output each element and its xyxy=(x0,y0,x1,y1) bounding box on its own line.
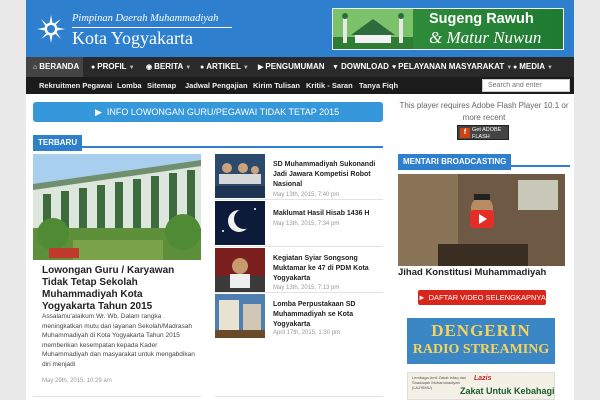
news-item[interactable]: Maklumat Hasil Hisab 1436 H May 13th, 20… xyxy=(215,201,385,245)
news-thumbnail xyxy=(215,201,265,245)
heart-icon: ♥ xyxy=(392,64,397,71)
info-lowongan-label: INFO LOWONGAN GURU/PEGAWAI TIDAK TETAP 2… xyxy=(106,107,340,117)
nav-label: PELAYANAN MASYARAKAT xyxy=(398,62,505,71)
radio-streaming-banner[interactable]: DENGERIN RADIO STREAMING xyxy=(407,318,555,364)
lazismu-logo: Lazis xyxy=(474,375,492,382)
daftar-video-button[interactable]: ► DAFTAR VIDEO SELENGKAPNYA xyxy=(418,290,546,305)
mosque-illustration-icon xyxy=(333,9,413,49)
news-item[interactable]: Kegiatan Syiar Songsong Muktamar ke 47 d… xyxy=(215,248,385,292)
main-nav: ⌂ BERANDA ● PROFIL ▼ ◉ BERITA ▼ ● ARTIKEL ▼ ▶ PE… xyxy=(26,57,574,77)
daftar-video-label: DAFTAR VIDEO SELENGKAPNYA xyxy=(428,293,546,302)
news-date: May 13th, 2015, 7:13 pm xyxy=(273,285,340,291)
muhammadiyah-logo-icon[interactable] xyxy=(36,14,66,44)
chevron-down-icon: ▼ xyxy=(242,65,249,71)
nav-label: PENGUMUMAN xyxy=(265,62,325,71)
site-header: Pimpinan Daerah Muhammadiyah Kota Yogyak… xyxy=(26,0,574,57)
banner-subheading: & Matur Nuwun xyxy=(429,28,542,47)
flash-badge-line2: FLASH PLAYER xyxy=(472,133,494,147)
nav-item-profil[interactable]: ● PROFIL ▼ xyxy=(84,57,135,77)
broadcasting-section-header: MENTARI BROADCASTING xyxy=(398,151,570,170)
news-title[interactable]: Lomba Perpustakaan SD Muhammadiyah se Ko… xyxy=(273,300,385,330)
terbaru-section-header: TERBARU xyxy=(33,132,383,151)
welcome-banner[interactable]: Sugeng Rawuh & Matur Nuwun xyxy=(332,8,564,50)
nav-label: MEDIA xyxy=(519,62,546,71)
nav-label: DOWNLOAD xyxy=(340,62,389,71)
subnav-item-tanya-fiqh[interactable]: Tanya Fiqh xyxy=(359,77,398,94)
subnav-item-lomba[interactable]: Lomba xyxy=(117,77,142,94)
radio-banner-line1: DENGERIN xyxy=(431,321,531,340)
featured-post-excerpt: Assalamu'alaikum Wr. Wb. Dalam rangka me… xyxy=(42,313,195,368)
zakat-banner[interactable]: Lembaga Amil Zakat Infaq dan Shadaqah Mu… xyxy=(407,372,555,400)
nav-item-media[interactable]: ● MEDIA ▼ xyxy=(506,57,553,77)
featured-post-title[interactable]: Lowongan Guru / Karyawan Tidak Tetap Sek… xyxy=(42,265,192,313)
news-item[interactable]: Lomba Perpustakaan SD Muhammadiyah se Ko… xyxy=(215,294,385,338)
subnav-item-jadwal-pengajian[interactable]: Jadwal Pengajian xyxy=(185,77,248,94)
zakat-banner-title: Zakat Untuk Kebahagiaan xyxy=(460,386,555,396)
news-divider xyxy=(215,292,383,293)
play-icon[interactable] xyxy=(470,210,494,228)
subnav-item-kritik-saran[interactable]: Kritik - Saran xyxy=(306,77,353,94)
subnav-item-kirim-tulisan[interactable]: Kirim Tulisan xyxy=(253,77,300,94)
news-date: May 13th, 2015, 7:34 pm xyxy=(273,221,340,227)
lightbulb-icon: ● xyxy=(200,64,205,71)
broadcasting-heading: MENTARI BROADCASTING xyxy=(398,154,512,170)
news-thumbnail xyxy=(215,154,265,198)
nav-item-download[interactable]: ▼ DOWNLOAD xyxy=(325,57,389,77)
nav-item-berita[interactable]: ◉ BERITA ▼ xyxy=(139,57,191,77)
featured-post-date: May 29th, 2015, 10:29 am xyxy=(42,378,112,384)
nav-item-pelayanan-masyarakat[interactable]: ♥ PELAYANAN MASYARAKAT ▼ xyxy=(385,57,512,77)
chevron-down-icon: ▼ xyxy=(185,65,192,71)
flash-player-message: This player requires Adobe Flash Player … xyxy=(399,101,569,122)
news-thumbnail xyxy=(215,294,265,338)
radio-banner-line2: RADIO STREAMING xyxy=(412,342,550,357)
subnav-item-sitemap[interactable]: Sitemap xyxy=(147,77,176,94)
featured-divider xyxy=(33,396,201,397)
news-divider xyxy=(215,396,383,397)
search-input[interactable] xyxy=(482,79,570,92)
news-thumbnail xyxy=(215,248,265,292)
globe-icon: ◉ xyxy=(146,64,153,71)
nav-label: BERITA xyxy=(154,62,184,71)
info-lowongan-button[interactable]: ▶ INFO LOWONGAN GURU/PEGAWAI TIDAK TETAP … xyxy=(33,102,383,122)
megaphone-icon: ▶ xyxy=(258,64,264,71)
nav-item-beranda[interactable]: ⌂ BERANDA xyxy=(26,57,83,77)
subnav-item-rekruitmen-pegawai[interactable]: Rekruitmen Pegawai xyxy=(39,77,112,94)
terbaru-heading: TERBARU xyxy=(33,135,83,151)
news-item[interactable]: SD Muhammadiyah Sukonandi Jadi Jawara Ko… xyxy=(215,154,385,198)
microphone-icon: ● xyxy=(513,64,518,71)
news-date: May 13th, 2015, 7:40 pm xyxy=(273,192,340,198)
org-name-line1[interactable]: Pimpinan Daerah Muhammadiyah xyxy=(72,13,218,24)
nav-label: PROFIL xyxy=(97,62,127,71)
news-title[interactable]: Maklumat Hasil Hisab 1436 H xyxy=(273,209,385,219)
news-title[interactable]: Kegiatan Syiar Songsong Muktamar ke 47 d… xyxy=(273,254,385,284)
school-building-photo xyxy=(33,154,201,260)
news-divider xyxy=(215,199,383,200)
nav-label: BERANDA xyxy=(39,62,80,71)
page: Pimpinan Daerah Muhammadiyah Kota Yogyak… xyxy=(0,0,600,400)
video-title[interactable]: Jihad Konstitusi Muhammadiyah xyxy=(398,267,570,278)
get-flash-player-button[interactable]: f Get ADOBE FLASH PLAYER xyxy=(457,125,509,147)
nav-item-artikel[interactable]: ● ARTIKEL ▼ xyxy=(193,57,249,77)
news-date: April 17th, 2015, 1:30 pm xyxy=(273,330,341,336)
home-icon: ⌂ xyxy=(33,64,38,71)
chevron-down-icon: ▼ xyxy=(547,65,553,71)
banner-heading: Sugeng Rawuh xyxy=(429,11,534,27)
featured-post-image[interactable] xyxy=(33,154,201,260)
org-name-line2[interactable]: Kota Yogyakarta xyxy=(72,28,193,49)
news-divider xyxy=(215,246,383,247)
megaphone-icon: ▶ xyxy=(95,107,102,117)
news-title[interactable]: SD Muhammadiyah Sukonandi Jadi Jawara Ko… xyxy=(273,160,385,190)
nav-item-pengumuman[interactable]: ▶ PENGUMUMAN xyxy=(251,57,325,77)
chevron-down-icon: ▼ xyxy=(128,65,135,71)
video-player[interactable] xyxy=(398,174,565,266)
download-icon: ▼ xyxy=(332,64,339,71)
users-icon: ● xyxy=(91,64,96,71)
flash-logo-icon: f xyxy=(460,128,470,138)
nav-label: ARTIKEL xyxy=(206,62,241,71)
play-circle-icon: ► xyxy=(418,293,426,302)
flash-badge-line1: Get ADOBE xyxy=(472,126,502,133)
